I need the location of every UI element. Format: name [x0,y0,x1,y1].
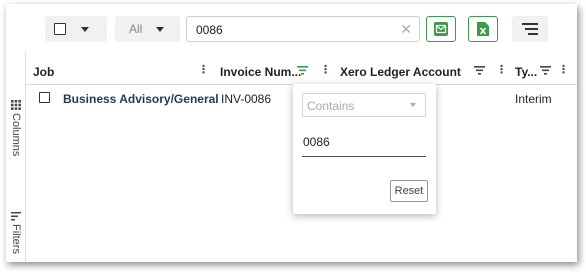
chevron-down-icon[interactable] [81,26,89,32]
column-menu-icon[interactable]: ⋮ [320,63,331,76]
row-checkbox[interactable] [39,92,50,103]
chevron-down-icon [156,26,165,32]
grid-header: Job ⋮ Invoice Num... ⋮ Xero Ledger Accou… [26,60,577,85]
email-button[interactable] [426,16,456,42]
scope-select-value: All [129,22,143,36]
cell-invoice-number: INV-0086 [221,92,272,106]
filter-bars-icon [11,212,21,221]
select-all-dropdown[interactable] [45,16,107,42]
filter-icon[interactable] [474,66,485,75]
email-icon [434,22,448,36]
filter-condition-value: Contains [307,99,355,113]
columns-panel-toggle[interactable]: Columns [10,100,22,156]
column-menu-icon[interactable]: ⋮ [496,63,507,76]
cell-job[interactable]: Business Advisory/General [63,92,219,106]
columns-label: Columns [10,113,22,157]
chevron-down-icon [410,103,416,107]
side-panel: Columns Filters [6,52,26,262]
grid-icon [11,100,21,110]
header-xero-ledger-account[interactable]: Xero Ledger Account [340,65,461,79]
filters-label: Filters [10,224,22,254]
column-filter-popup: Contains 0086 Reset [293,84,436,214]
scope-select[interactable]: All [115,16,180,42]
search-input[interactable]: 0086 ✕ [186,16,420,42]
column-menu-icon[interactable]: ⋮ [558,63,569,76]
menu-lines-icon [522,23,538,35]
header-invoice-number[interactable]: Invoice Num... [220,65,301,79]
app-window: All 0086 ✕ Columns Filters Job ⋮ Invoice… [6,4,577,262]
select-all-checkbox[interactable] [54,23,66,35]
export-excel-button[interactable] [468,16,498,42]
filter-value-text: 0086 [303,135,330,149]
search-input-value: 0086 [196,23,223,37]
excel-icon [477,22,489,36]
filter-icon[interactable] [297,66,308,75]
more-options-button[interactable] [512,16,548,42]
filter-value-input[interactable]: 0086 [302,134,426,157]
filter-condition-select[interactable]: Contains [302,93,426,117]
reset-button[interactable]: Reset [390,180,428,202]
column-menu-icon[interactable]: ⋮ [198,63,209,76]
header-job[interactable]: Job [33,65,54,79]
close-icon[interactable]: ✕ [400,21,412,38]
filter-icon[interactable] [540,66,551,75]
header-type[interactable]: Ty... [515,65,537,79]
cell-type: Interim [515,92,552,106]
filters-panel-toggle[interactable]: Filters [10,212,22,254]
